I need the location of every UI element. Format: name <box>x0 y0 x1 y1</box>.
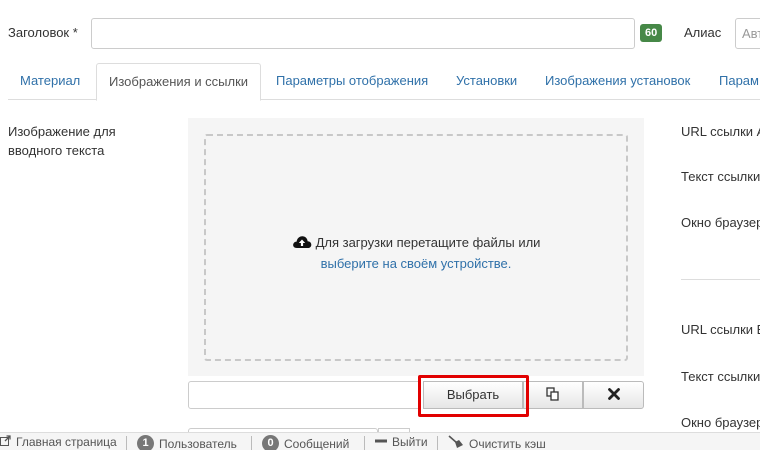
tab-settings[interactable]: Установки <box>444 63 529 100</box>
link-a-text-label: Текст ссылки <box>681 169 760 184</box>
copy-button[interactable] <box>523 381 583 409</box>
tab-images-links[interactable]: Изображения и ссылки <box>96 63 262 101</box>
logout-label: Выйти <box>392 435 428 449</box>
select-button-highlight <box>418 375 529 417</box>
status-separator <box>364 436 365 450</box>
link-b-text-label: Текст ссылки <box>681 369 760 384</box>
tab-material[interactable]: Материал <box>8 63 92 100</box>
users-label: Пользователь <box>159 436 237 450</box>
cloud-upload-icon <box>292 235 312 254</box>
intro-image-label: Изображение для вводного текста <box>8 124 116 158</box>
tab-bar: Материал Изображения и ссылки Параметры … <box>8 63 760 101</box>
link-b-url-label: URL ссылки Б <box>681 322 760 337</box>
copy-icon <box>546 387 560 402</box>
alias-input[interactable]: Авт <box>735 18 760 49</box>
close-icon <box>607 387 620 402</box>
status-separator <box>251 436 252 450</box>
messages-link[interactable]: 0 Сообщений <box>262 435 349 450</box>
users-link[interactable]: 1 Пользователь <box>137 435 237 450</box>
status-bar: Главная страница 1 Пользователь 0 Сообще… <box>0 432 760 450</box>
messages-count-badge: 0 <box>262 435 279 450</box>
tab-display-options[interactable]: Параметры отображения <box>264 63 440 100</box>
logout-link[interactable]: Выйти <box>375 435 428 449</box>
link-a-url-label: URL ссылки А <box>681 124 760 139</box>
title-label: Заголовок * <box>8 25 78 40</box>
tab-params[interactable]: Парам <box>707 63 760 100</box>
link-a-window-label: Окно браузер <box>681 215 760 230</box>
drop-instructions: Для загрузки перетащите файлы или выбери… <box>206 233 626 273</box>
home-link[interactable]: Главная страница <box>0 435 117 449</box>
clear-cache-label: Очистить кэш <box>469 436 546 450</box>
external-link-icon <box>0 435 11 449</box>
link-b-window-label: Окно браузер <box>681 415 760 430</box>
minus-icon <box>375 435 387 449</box>
tab-settings-images[interactable]: Изображения установок <box>533 63 702 100</box>
browse-device-link[interactable]: выберите на своём устройстве. <box>321 256 512 271</box>
broom-icon <box>448 435 464 450</box>
char-count-badge: 60 <box>640 24 663 42</box>
messages-label: Сообщений <box>284 436 350 450</box>
users-count-badge: 1 <box>137 435 154 450</box>
home-label: Главная страница <box>16 435 117 449</box>
title-input[interactable] <box>91 18 635 49</box>
clear-button[interactable] <box>583 381 644 409</box>
media-field: Для загрузки перетащите файлы или выбери… <box>188 118 644 376</box>
alias-label: Алиас <box>684 25 722 40</box>
clear-cache-link[interactable]: Очистить кэш <box>448 435 546 450</box>
status-separator <box>126 436 127 450</box>
status-separator <box>437 436 438 450</box>
drop-text: Для загрузки перетащите файлы или <box>315 235 541 250</box>
drop-zone[interactable]: Для загрузки перетащите файлы или выбери… <box>204 134 628 361</box>
links-divider <box>681 279 760 280</box>
image-path-input[interactable] <box>188 381 420 409</box>
